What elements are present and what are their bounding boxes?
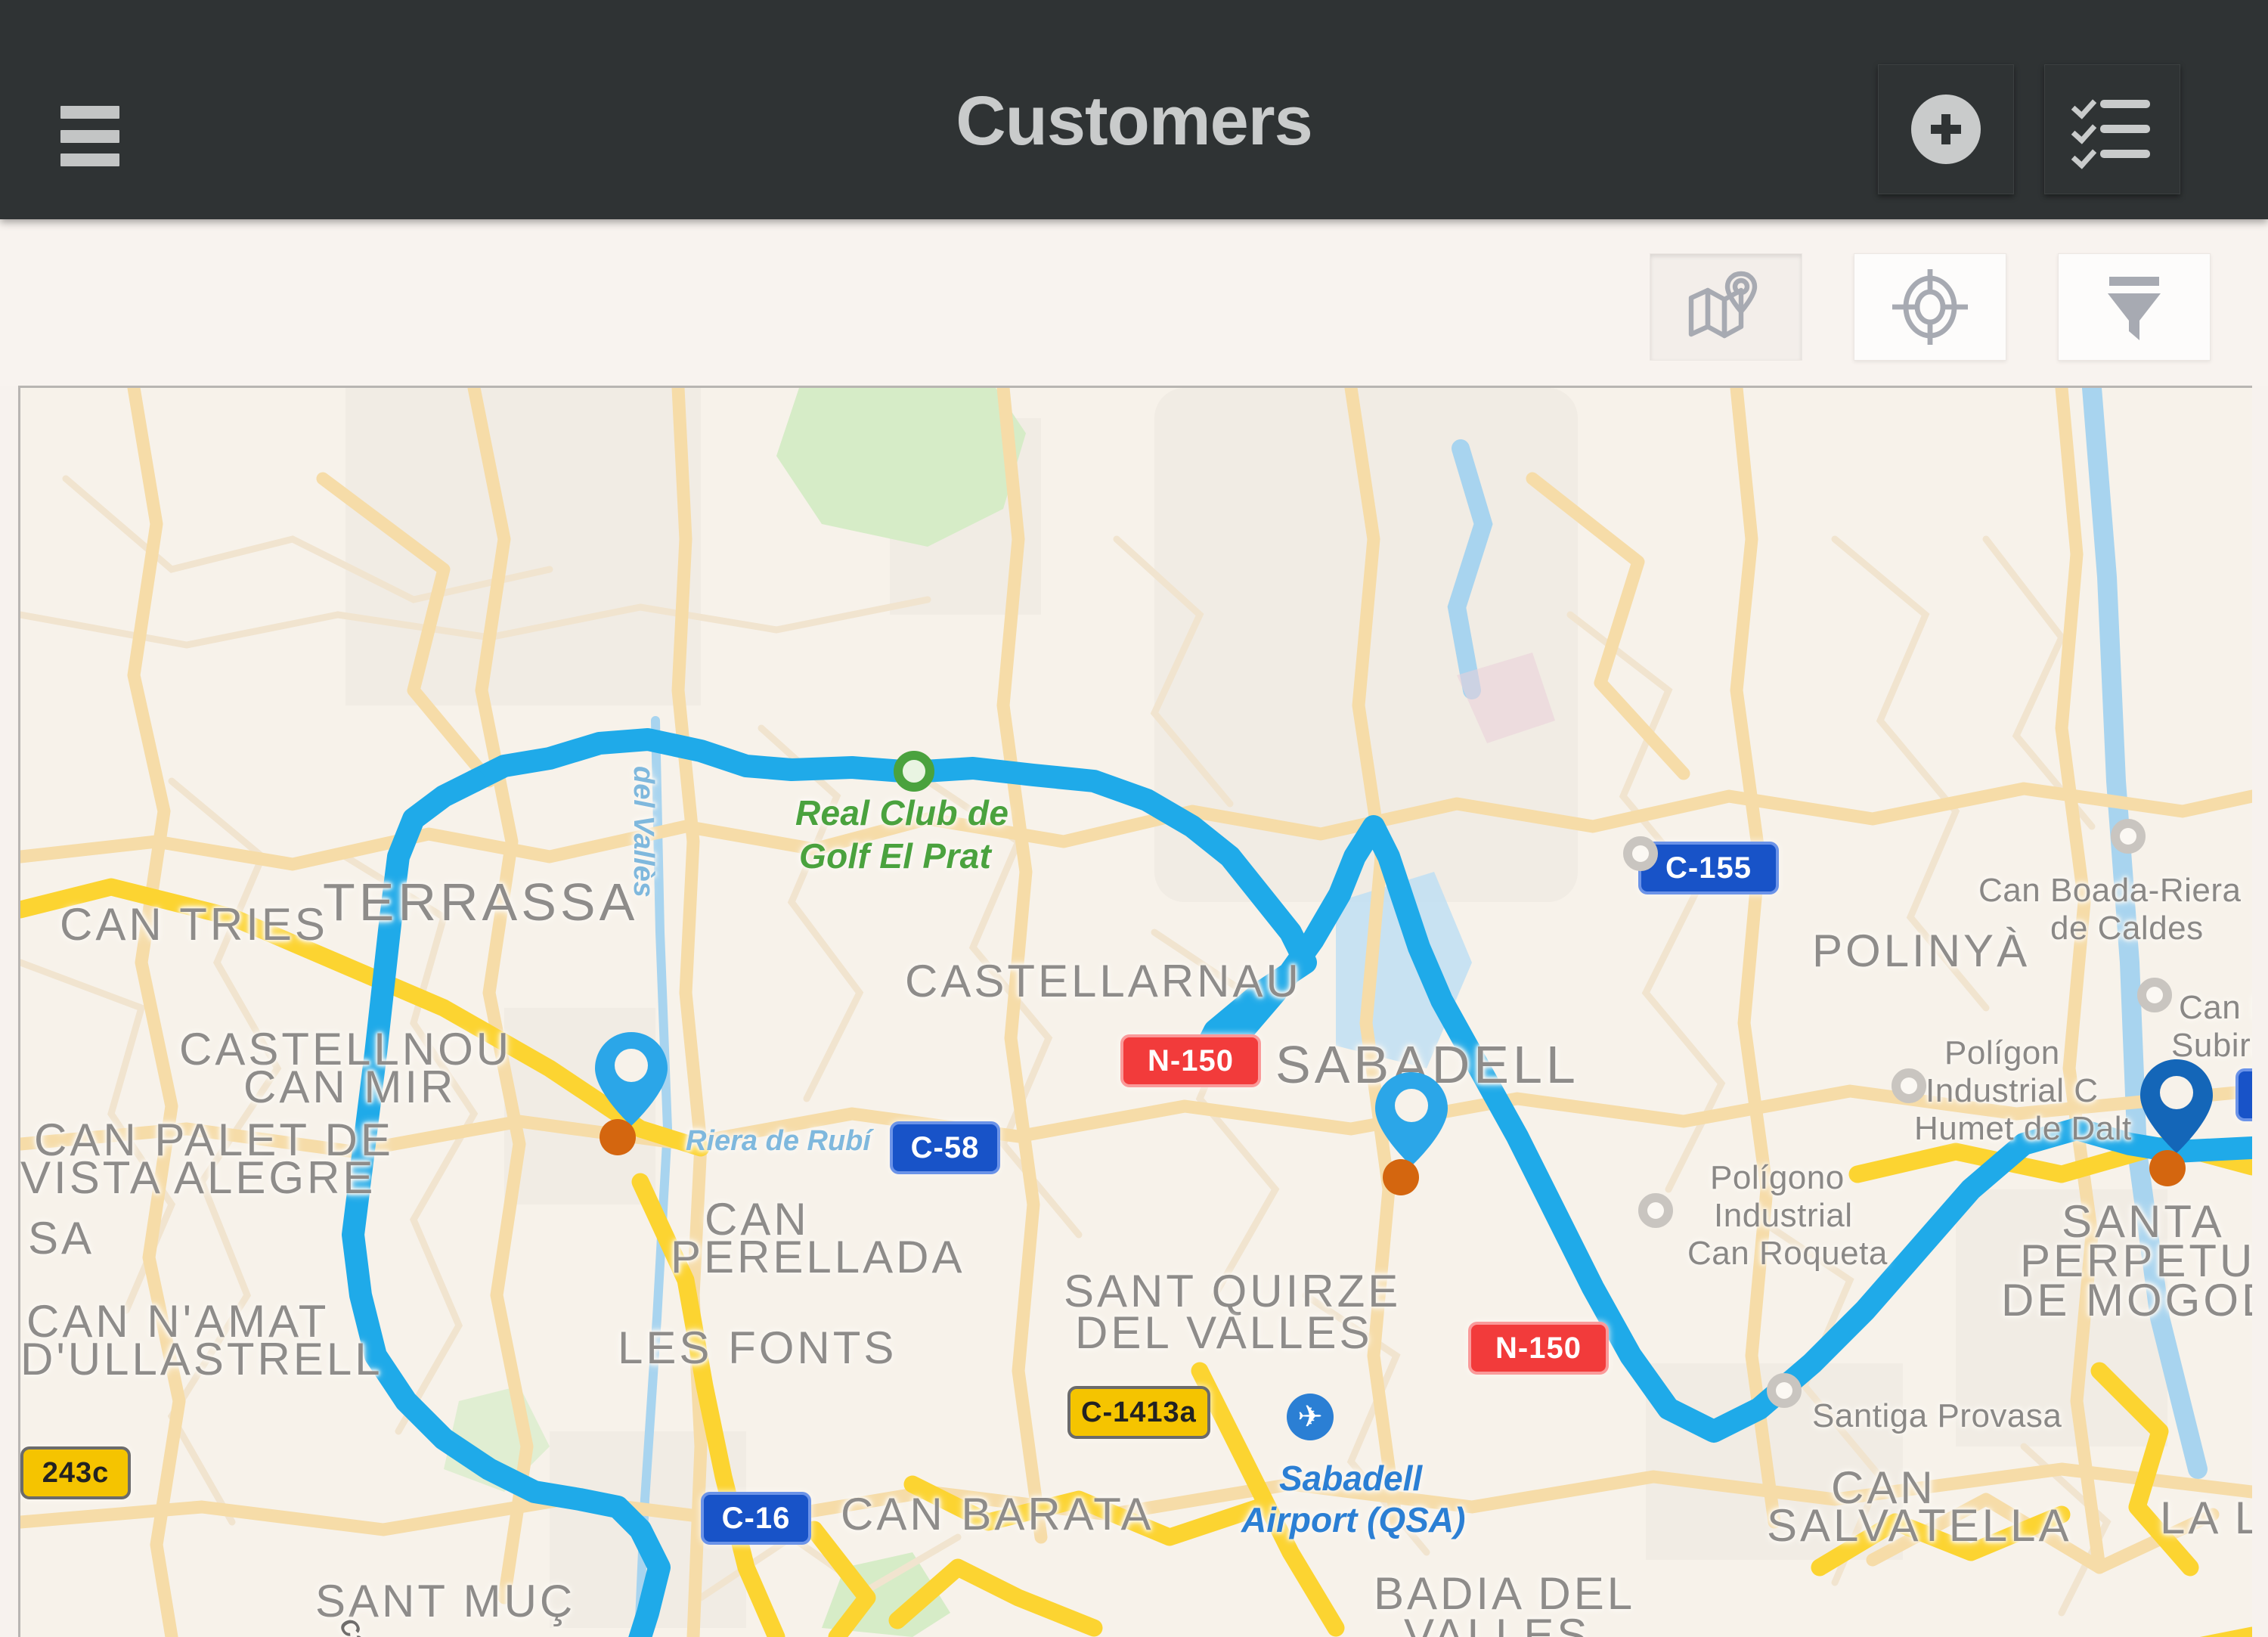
poi-dot-icon [1623,836,1658,871]
list-view-button[interactable] [2044,64,2180,194]
road-shield: C-155 [1638,842,1779,894]
plus-circle-icon [1911,95,1981,164]
poi-dot-icon [2111,819,2146,854]
road-shield: C-16 [701,1492,811,1545]
add-customer-button[interactable] [1878,64,2014,194]
golf-icon [894,751,934,792]
map-pin-santa-perpetua[interactable] [2140,1059,2213,1153]
checklist-icon [2071,93,2152,169]
road-shield: C-1413a [1067,1386,1210,1439]
poi-dot-icon [2137,978,2172,1012]
poi-dot-icon [1892,1068,1926,1103]
road-shield: 243c [20,1446,131,1499]
crosshair-target-icon [1892,269,1968,345]
route-stop-marker[interactable] [1383,1159,1419,1195]
map-pin-sabadell[interactable] [1375,1072,1448,1166]
map-tiles [20,388,2252,1637]
poi-dot-icon [1638,1193,1673,1228]
map-view-button[interactable] [1650,253,1802,361]
road-shield: N-150 [1120,1034,1261,1087]
poi-dot-icon [1767,1373,1802,1408]
road-shield: C-58 [890,1121,1000,1174]
road-shield: N-150 [1468,1322,1609,1375]
locate-me-button[interactable] [1854,253,2006,361]
funnel-filter-icon [2108,277,2161,340]
road-shield: A [2235,1068,2252,1121]
filter-button[interactable] [2058,253,2211,361]
map-with-pin-icon [1688,271,1758,339]
route-stop-marker[interactable] [2149,1150,2186,1186]
airport-plane-icon: ✈ [1287,1394,1334,1440]
app-header: Customers [0,0,2268,219]
map-canvas[interactable]: CAN TRIES TERRASSA CASTELLNOU CAN MIR CAN PA… [18,386,2252,1637]
map-pin-terrassa[interactable] [595,1032,668,1126]
route-stop-marker[interactable] [600,1119,636,1155]
